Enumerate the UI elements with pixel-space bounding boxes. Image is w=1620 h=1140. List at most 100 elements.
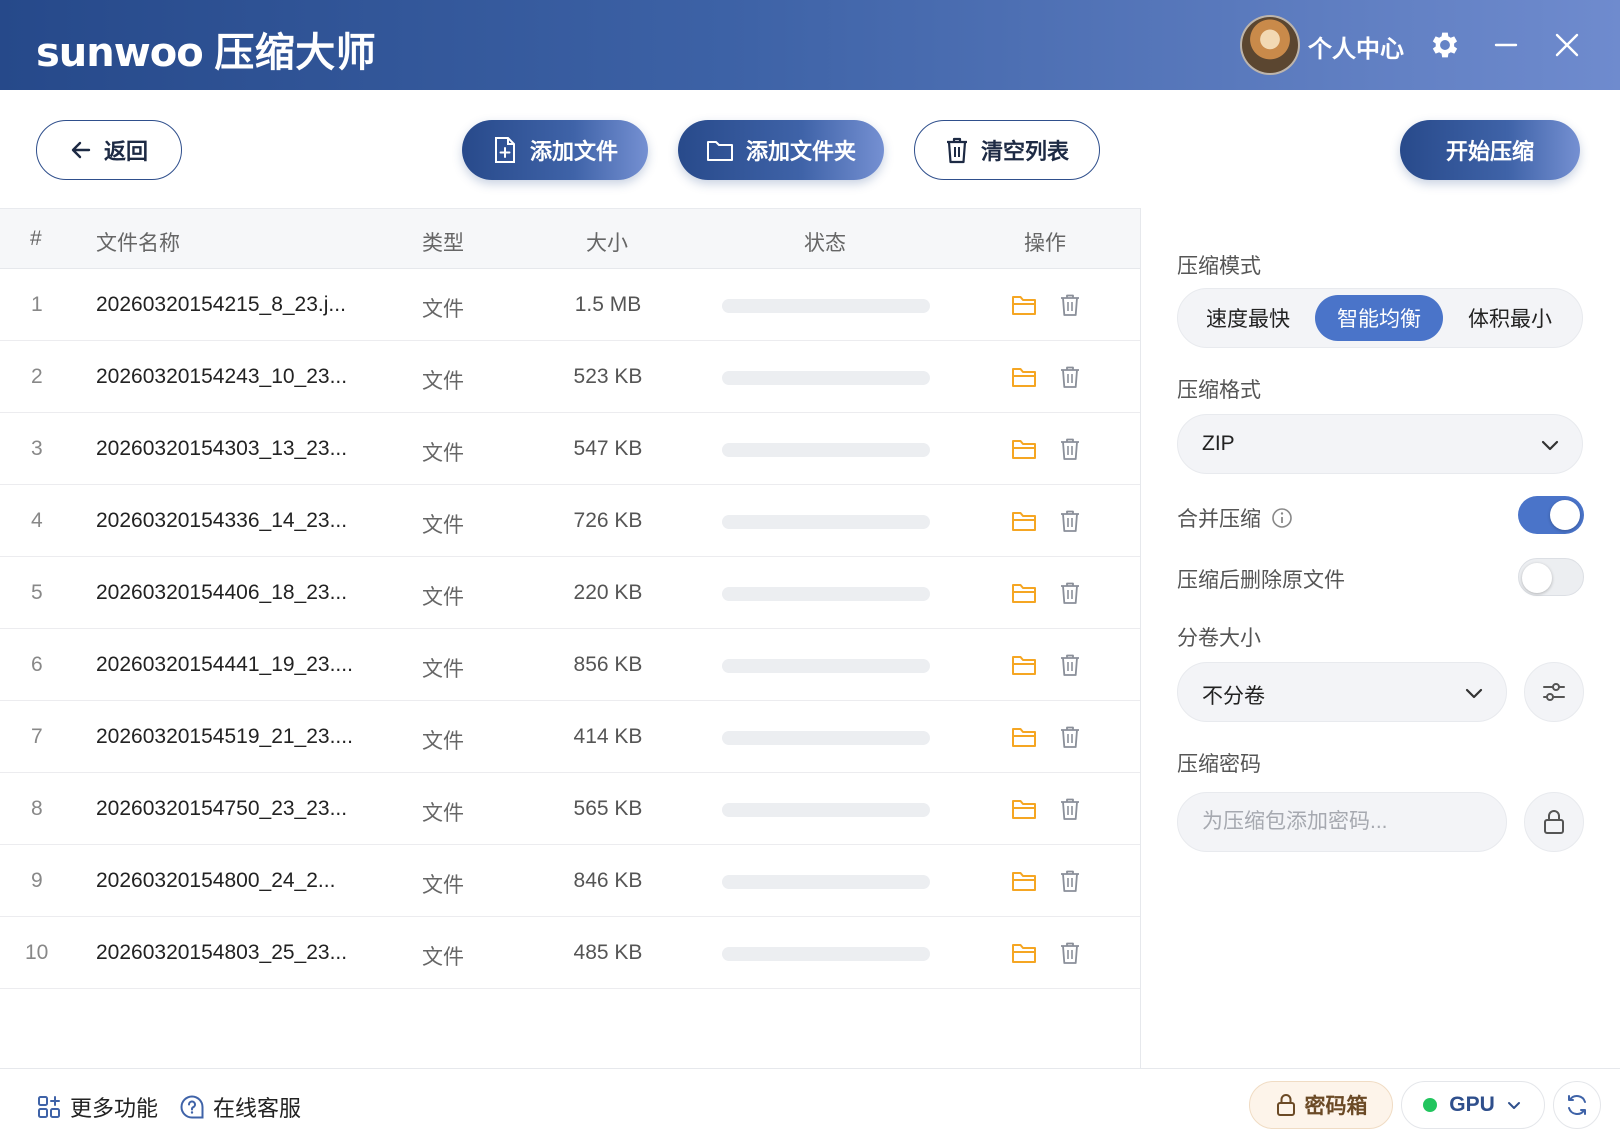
open-folder-icon[interactable] [1009, 938, 1039, 968]
back-button[interactable]: 返回 [36, 120, 182, 180]
row-file-size: 547 KB [573, 437, 643, 460]
row-file-size: 220 KB [573, 581, 643, 604]
avatar[interactable] [1240, 15, 1300, 75]
open-folder-icon[interactable] [1009, 290, 1039, 320]
password-label: 压缩密码 [1177, 753, 1261, 776]
open-folder-icon[interactable] [1009, 650, 1039, 680]
chevron-down-icon [1507, 1102, 1520, 1109]
info-icon[interactable] [1271, 507, 1293, 529]
mode-option-fastest[interactable]: 速度最快 [1184, 295, 1312, 341]
delete-row-icon[interactable] [1055, 362, 1085, 392]
table-row[interactable]: 10 20260320154803_25_23... 文件 485 KB [0, 917, 1140, 989]
header-index: # [30, 227, 42, 250]
split-settings-button[interactable] [1524, 662, 1584, 722]
header-actions: 操作 [1024, 232, 1066, 255]
row-index: 5 [31, 581, 43, 604]
delete-row-icon[interactable] [1055, 290, 1085, 320]
open-folder-icon[interactable] [1009, 506, 1039, 536]
more-features-link[interactable]: 更多功能 [36, 1091, 158, 1123]
table-row[interactable]: 3 20260320154303_13_23... 文件 547 KB [0, 413, 1140, 485]
table-row[interactable]: 7 20260320154519_21_23.... 文件 414 KB [0, 701, 1140, 773]
table-row[interactable]: 9 20260320154800_24_2... 文件 846 KB [0, 845, 1140, 917]
row-file-type: 文件 [422, 298, 464, 321]
online-support-link[interactable]: 在线客服 [179, 1091, 301, 1123]
row-file-type: 文件 [422, 730, 464, 753]
row-index: 3 [31, 437, 43, 460]
add-folder-button[interactable]: 添加文件夹 [678, 120, 884, 180]
merge-row: 合并压缩 [1177, 503, 1293, 533]
delete-row-icon[interactable] [1055, 794, 1085, 824]
row-file-type: 文件 [422, 370, 464, 393]
arrow-left-icon [71, 141, 91, 159]
toggle-knob [1550, 500, 1580, 530]
row-index: 9 [31, 869, 43, 892]
table-row[interactable]: 6 20260320154441_19_23.... 文件 856 KB [0, 629, 1140, 701]
row-file-name: 20260320154519_21_23.... [96, 725, 353, 748]
mode-option-smallest[interactable]: 体积最小 [1446, 295, 1574, 341]
open-folder-icon[interactable] [1009, 434, 1039, 464]
lock-icon [1276, 1094, 1295, 1116]
table-row[interactable]: 2 20260320154243_10_23... 文件 523 KB [0, 341, 1140, 413]
open-folder-icon[interactable] [1009, 578, 1039, 608]
refresh-button[interactable] [1553, 1081, 1601, 1129]
delete-row-icon[interactable] [1055, 506, 1085, 536]
settings-gear-icon[interactable] [1423, 23, 1467, 67]
start-compress-button[interactable]: 开始压缩 [1400, 120, 1580, 180]
open-folder-icon[interactable] [1009, 866, 1039, 896]
merge-label: 合并压缩 [1177, 508, 1261, 531]
mode-label: 压缩模式 [1177, 255, 1261, 278]
row-file-type: 文件 [422, 946, 464, 969]
table-row[interactable]: 8 20260320154750_23_23... 文件 565 KB [0, 773, 1140, 845]
row-progress-bar [722, 371, 930, 385]
row-progress-bar [722, 731, 930, 745]
delete-row-icon[interactable] [1055, 722, 1085, 752]
row-file-size: 726 KB [573, 509, 643, 532]
format-select[interactable]: ZIP [1177, 414, 1583, 474]
row-file-name: 20260320154441_19_23.... [96, 653, 353, 676]
delete-original-toggle[interactable] [1518, 558, 1584, 596]
row-progress-bar [722, 803, 930, 817]
add-file-button[interactable]: 添加文件 [462, 120, 648, 180]
clear-list-button[interactable]: 清空列表 [914, 120, 1100, 180]
row-file-size: 856 KB [573, 653, 643, 676]
delete-row-icon[interactable] [1055, 578, 1085, 608]
row-file-type: 文件 [422, 874, 464, 897]
lock-button[interactable] [1524, 792, 1584, 852]
password-input[interactable] [1177, 792, 1507, 852]
delete-row-icon[interactable] [1055, 866, 1085, 896]
app-logo: sunwoo 压缩大师 [36, 20, 376, 78]
more-features-label: 更多功能 [70, 1096, 159, 1121]
user-center-link[interactable]: 个人中心 [1308, 29, 1404, 64]
open-folder-icon[interactable] [1009, 362, 1039, 392]
row-index: 6 [31, 653, 43, 676]
row-progress-bar [722, 299, 930, 313]
password-box-button[interactable]: 密码箱 [1249, 1081, 1393, 1129]
back-label: 返回 [103, 139, 148, 164]
table-row[interactable]: 4 20260320154336_14_23... 文件 726 KB [0, 485, 1140, 557]
split-label: 分卷大小 [1177, 627, 1261, 650]
row-file-name: 20260320154215_8_23.j... [96, 293, 346, 316]
split-select[interactable]: 不分卷 [1177, 662, 1507, 722]
merge-toggle[interactable] [1518, 496, 1584, 534]
delete-row-icon[interactable] [1055, 434, 1085, 464]
mode-option-balanced[interactable]: 智能均衡 [1315, 295, 1443, 341]
row-file-type: 文件 [422, 802, 464, 825]
row-file-name: 20260320154800_24_2... [96, 869, 336, 892]
online-support-label: 在线客服 [213, 1096, 302, 1121]
row-file-name: 20260320154750_23_23... [96, 797, 348, 820]
title-bar: sunwoo 压缩大师 个人中心 [0, 0, 1620, 90]
gpu-select[interactable]: GPU [1401, 1081, 1545, 1129]
delete-row-icon[interactable] [1055, 938, 1085, 968]
delete-row-icon[interactable] [1055, 650, 1085, 680]
folder-icon [706, 141, 733, 161]
help-chat-icon [180, 1095, 204, 1119]
close-icon[interactable] [1545, 23, 1589, 67]
open-folder-icon[interactable] [1009, 794, 1039, 824]
table-row[interactable]: 5 20260320154406_18_23... 文件 220 KB [0, 557, 1140, 629]
format-value: ZIP [1202, 432, 1235, 455]
minimize-icon[interactable] [1484, 23, 1528, 67]
table-row[interactable]: 1 20260320154215_8_23.j... 文件 1.5 MB [0, 269, 1140, 341]
open-folder-icon[interactable] [1009, 722, 1039, 752]
add-folder-label: 添加文件夹 [745, 139, 856, 164]
row-file-size: 565 KB [573, 797, 643, 820]
